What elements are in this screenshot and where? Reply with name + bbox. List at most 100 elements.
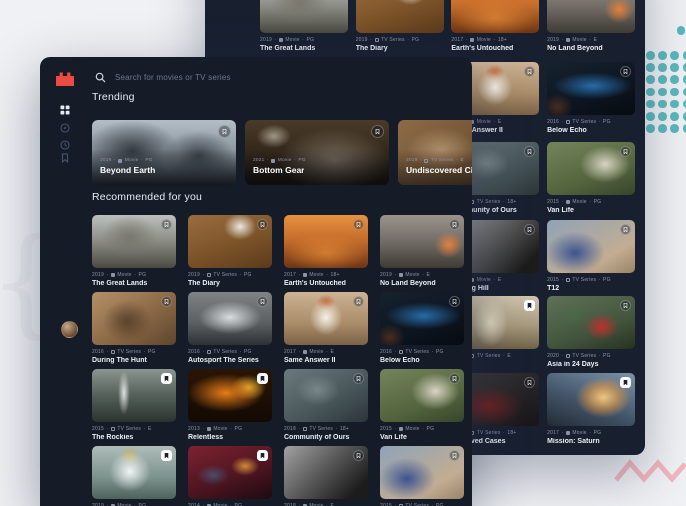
user-avatar[interactable]: [61, 321, 78, 338]
movie-card[interactable]: 2020·TV Series·PG Asia in 24 Days: [547, 296, 635, 368]
decor-dot: [683, 75, 686, 84]
movie-card[interactable]: 2018·Movie·E Getting Hill: [284, 446, 368, 506]
bookmark-icon[interactable]: [353, 219, 364, 230]
movie-thumbnail: [92, 446, 176, 499]
movie-card[interactable]: 2016·TV Series·PG Below Echo: [380, 292, 464, 364]
movie-card[interactable]: 2018·TV Series·18+ Community of Ours: [284, 369, 368, 441]
movie-meta: 2019·TV Series·E: [406, 158, 464, 163]
bookmark-icon[interactable]: [620, 377, 631, 388]
movie-thumbnail: [260, 0, 348, 33]
movie-thumbnail: [188, 369, 272, 422]
bookmark-icon[interactable]: [353, 450, 364, 461]
movie-card[interactable]: 2017·Movie·18+ Earth's Untouched: [284, 215, 368, 287]
decor-dot: [670, 112, 679, 121]
movie-thumbnail: [380, 292, 464, 345]
movie-card[interactable]: 2019·TV Series·PG The Diary: [188, 215, 272, 287]
movie-title: Below Echo: [547, 127, 635, 134]
bookmark-icon[interactable]: [161, 373, 172, 384]
movie-card[interactable]: 2015·Movie·PG Van Life: [380, 369, 464, 441]
decor-dot: [646, 75, 655, 84]
bookmark-icon[interactable]: [371, 125, 384, 138]
movie-card[interactable]: 2019·Movie·E No Land Beyond: [380, 215, 464, 287]
movie-card[interactable]: 2019·Movie·PG The Great Lands: [260, 0, 348, 52]
movie-meta: 2018·TV Series·18+: [284, 426, 368, 432]
movie-card[interactable]: 2013·Movie·PG Relentless: [188, 369, 272, 441]
bookmark-icon[interactable]: [161, 219, 172, 230]
movie-card[interactable]: 2016·TV Series·PG Below Echo: [547, 62, 635, 134]
grid-menu-icon[interactable]: [60, 105, 70, 115]
movie-card[interactable]: 2015·Movie·PG Van Life: [547, 142, 635, 214]
movie-card[interactable]: 2014·Movie·PG: [188, 446, 272, 506]
discover-icon[interactable]: [60, 123, 70, 133]
bookmark-icon[interactable]: [524, 224, 535, 235]
bookmark-icon[interactable]: [524, 377, 535, 388]
bookmark-icon[interactable]: [524, 146, 535, 157]
decor-dot: [646, 51, 655, 60]
kind-icon: [279, 38, 283, 42]
decor-dot: [658, 63, 667, 72]
bookmark-icon[interactable]: [257, 450, 268, 461]
movie-thumbnail: [547, 62, 635, 115]
decor-dot: [646, 88, 655, 97]
movie-title: Undiscovered Cities: [406, 165, 472, 175]
movie-meta: 2020·TV Series·PG: [547, 353, 635, 359]
decor-dot: [670, 63, 679, 72]
movie-meta: 2017·Movie·PG: [547, 430, 635, 436]
movie-card[interactable]: 2017·Movie·E Same Answer II: [284, 292, 368, 364]
bookmark-icon[interactable]: [161, 450, 172, 461]
movie-card[interactable]: 2019·Movie·PG The Great Lands: [92, 215, 176, 287]
movie-thumbnail: [284, 446, 368, 499]
movie-thumbnail: [380, 446, 464, 499]
movie-meta: 2019·Movie·E: [380, 272, 464, 278]
presentation-canvas: { 2019·Movie·PG The Great Lands 2019·TV …: [0, 0, 686, 506]
decor-dot: [670, 124, 679, 133]
movie-card[interactable]: 2017·Movie·PG Mission: Saturn: [547, 373, 635, 445]
bookmark-icon[interactable]: [524, 66, 535, 77]
movie-card[interactable]: 2019·Movie·PG Beyond Earth: [92, 120, 236, 185]
bookmark-icon[interactable]: [620, 66, 631, 77]
movie-card[interactable]: 2016·TV Series·PG Autosport The Series: [188, 292, 272, 364]
bookmark-icon[interactable]: [257, 219, 268, 230]
movie-thumbnail: [92, 215, 176, 268]
bookmark-icon[interactable]: [353, 373, 364, 384]
bookmark-icon[interactable]: [257, 296, 268, 307]
bookmark-icon[interactable]: [524, 300, 535, 311]
app-logo-icon[interactable]: [55, 71, 75, 87]
sidebar: [40, 57, 90, 506]
movie-meta: 2019·Movie·PG: [260, 37, 348, 43]
movie-card[interactable]: 2021·Movie·PG Bottom Gear: [245, 120, 389, 185]
bookmark-icon[interactable]: [449, 373, 460, 384]
section-title-recommended: Recommended for you: [92, 191, 202, 203]
bookmark-icon[interactable]: [620, 224, 631, 235]
movie-card[interactable]: 2019·TV Series·E Undiscovered Cities: [398, 120, 472, 185]
bookmark-icon[interactable]: [620, 146, 631, 157]
movie-card[interactable]: 2019·TV Series·PG The Diary: [356, 0, 444, 52]
bookmark-icon[interactable]: [449, 450, 460, 461]
bookmark-icon[interactable]: [161, 296, 172, 307]
movie-card[interactable]: 2019·Movie·E No Land Beyond: [547, 0, 635, 52]
movie-card[interactable]: 2019·Movie·PG: [92, 446, 176, 506]
bookmark-icon[interactable]: [218, 125, 231, 138]
movie-card[interactable]: 2015·TV Series·E The Rockies: [92, 369, 176, 441]
movie-card[interactable]: 2015·TV Series·PG T12: [380, 446, 464, 506]
movie-thumbnail: [547, 0, 635, 33]
history-icon[interactable]: [60, 140, 70, 150]
bookmark-icon[interactable]: [449, 219, 460, 230]
movie-meta: 2017·Movie·E: [284, 349, 368, 355]
search-input[interactable]: Search for movies or TV series: [95, 72, 231, 83]
bookmarks-icon[interactable]: [60, 153, 70, 163]
movie-thumbnail: [92, 120, 236, 185]
bookmark-icon[interactable]: [620, 300, 631, 311]
movie-meta: 2016·TV Series·PG: [380, 349, 464, 355]
movie-card[interactable]: 2015·TV Series·PG T12: [547, 220, 635, 292]
bookmark-icon[interactable]: [353, 296, 364, 307]
movie-meta: 2017·Movie·18+: [284, 272, 368, 278]
movie-card[interactable]: 2017·Movie·18+ Earth's Untouched: [451, 0, 539, 52]
movie-card[interactable]: 2016·TV Series·PG During The Hunt: [92, 292, 176, 364]
decor-dot: [658, 124, 667, 133]
bookmark-icon[interactable]: [257, 373, 268, 384]
movie-meta: 2019·TV Series·PG: [356, 37, 444, 43]
decor-dot: [683, 124, 686, 133]
kind-icon: [424, 159, 428, 163]
bookmark-icon[interactable]: [449, 296, 460, 307]
